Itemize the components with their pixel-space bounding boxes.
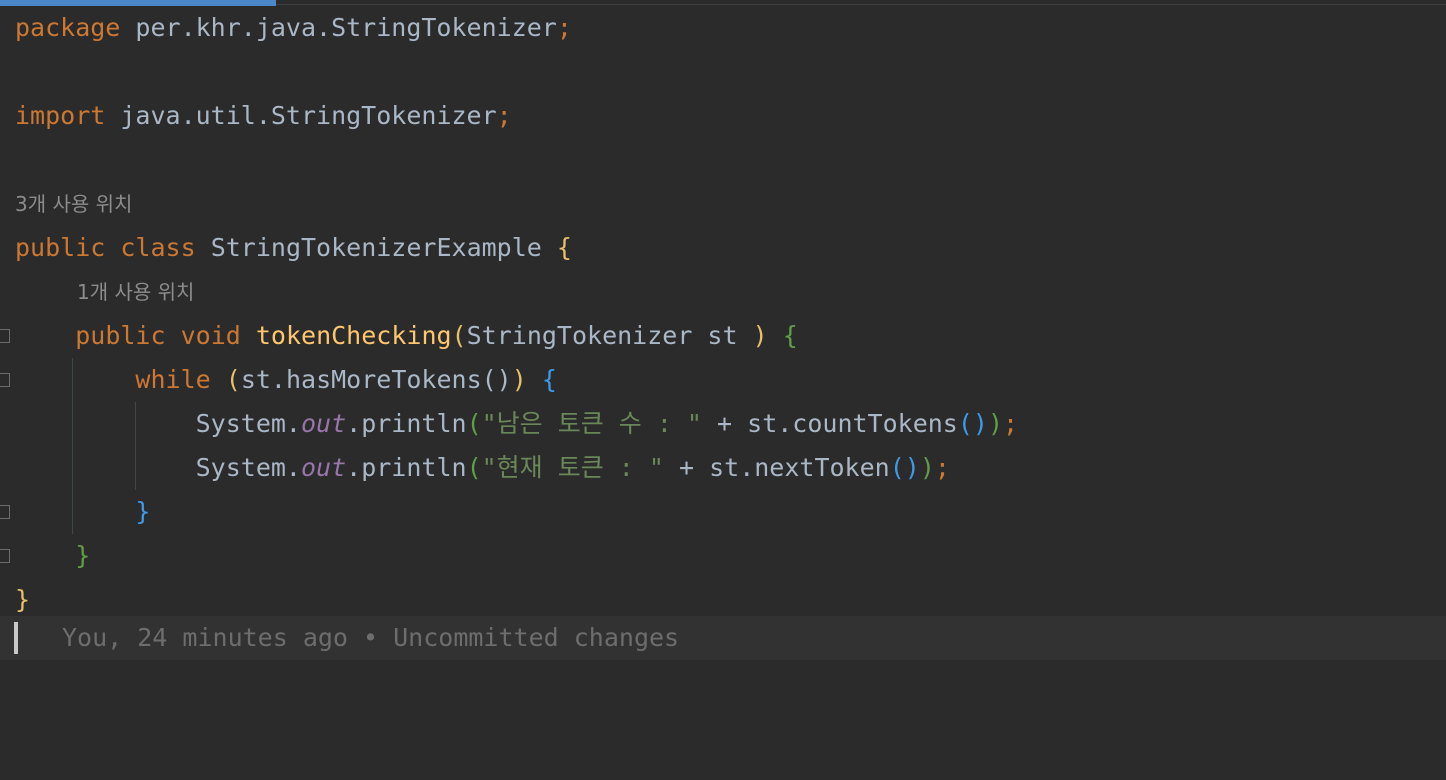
git-blame-annotation[interactable]: You, 24 minutes ago • Uncommitted change… xyxy=(62,616,679,660)
system-class: System. xyxy=(195,453,301,482)
out-field: out xyxy=(300,409,347,438)
class-name: StringTokenizerExample xyxy=(195,233,557,262)
close-brace: } xyxy=(135,497,151,526)
count-tokens-call: + st.countTokens xyxy=(701,409,958,438)
paren-close: ) xyxy=(987,409,1004,438)
keyword-public: public xyxy=(75,321,166,350)
inner-parens: () xyxy=(957,409,988,438)
inner-parens: () xyxy=(889,453,920,482)
open-brace: { xyxy=(556,233,572,262)
class-usage-hint[interactable]: 3개 사용 위치 xyxy=(15,182,132,226)
fold-marker-icon[interactable] xyxy=(0,505,10,519)
open-brace: { xyxy=(541,365,557,394)
code-line-method-declaration[interactable]: public void tokenChecking(StringTokenize… xyxy=(15,314,798,358)
code-line-method-close[interactable]: } xyxy=(15,534,90,578)
method-name: tokenChecking xyxy=(255,321,452,350)
keyword-void: void xyxy=(180,321,241,350)
fold-marker-icon[interactable] xyxy=(0,329,10,343)
paren-close: ) xyxy=(919,453,935,482)
method-params: StringTokenizer st xyxy=(466,321,753,350)
close-brace: } xyxy=(15,585,31,614)
string-literal: "현재 토큰 : " xyxy=(481,453,664,482)
semicolon: ; xyxy=(556,13,572,42)
keyword-public: public xyxy=(15,233,106,262)
semicolon: ; xyxy=(934,453,950,482)
out-field: out xyxy=(300,453,347,482)
keyword-class: class xyxy=(120,233,196,262)
import-path: java.util.StringTokenizer xyxy=(105,101,497,130)
while-condition: st.hasMoreTokens() xyxy=(240,365,512,394)
code-line-println-next[interactable]: System.out.println("현재 토큰 : " + st.nextT… xyxy=(15,446,950,490)
indent-guide xyxy=(72,358,73,534)
keyword-while: while xyxy=(135,365,211,394)
open-brace: { xyxy=(782,321,798,350)
code-line-while[interactable]: while (st.hasMoreTokens()) { xyxy=(15,358,557,402)
caret xyxy=(14,622,18,654)
semicolon: ; xyxy=(496,101,512,130)
fold-marker-icon[interactable] xyxy=(0,549,10,563)
tab-bar-border xyxy=(276,4,1446,5)
println-call: .println xyxy=(346,409,467,438)
next-token-call: + st.nextToken xyxy=(663,453,890,482)
paren-open: ( xyxy=(225,365,241,394)
code-line-package[interactable]: package per.khr.java.StringTokenizer; xyxy=(15,6,572,50)
fold-marker-icon[interactable] xyxy=(0,373,10,387)
indent-guide xyxy=(135,402,136,490)
code-line-println-count[interactable]: System.out.println("남은 토큰 수 : " + st.cou… xyxy=(15,402,1018,446)
code-line-class-declaration[interactable]: public class StringTokenizerExample { xyxy=(15,226,572,270)
keyword-package: package xyxy=(15,13,121,42)
paren-close: ) xyxy=(752,321,768,350)
semicolon: ; xyxy=(1003,409,1019,438)
code-editor[interactable]: package per.khr.java.StringTokenizer; im… xyxy=(0,6,1446,780)
current-line-row[interactable]: You, 24 minutes ago • Uncommitted change… xyxy=(0,616,1446,660)
paren-open: ( xyxy=(451,321,467,350)
string-literal: "남은 토큰 수 : " xyxy=(481,409,702,438)
paren-close: ) xyxy=(511,365,527,394)
code-line-while-close[interactable]: } xyxy=(15,490,150,534)
println-call: .println xyxy=(346,453,467,482)
close-brace: } xyxy=(75,541,91,570)
package-name: per.khr.java.StringTokenizer xyxy=(120,13,557,42)
system-class: System. xyxy=(195,409,301,438)
method-usage-hint[interactable]: 1개 사용 위치 xyxy=(77,270,194,314)
code-line-import[interactable]: import java.util.StringTokenizer; xyxy=(15,94,512,138)
paren-open: ( xyxy=(466,453,482,482)
paren-open: ( xyxy=(466,409,482,438)
keyword-import: import xyxy=(15,101,106,130)
